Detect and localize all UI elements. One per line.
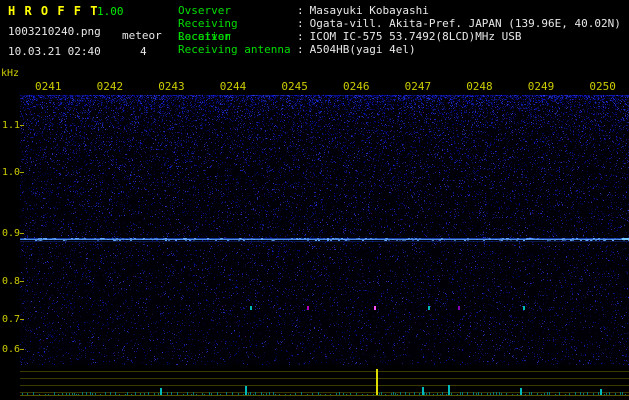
info-separator: :	[297, 30, 304, 43]
freq-tick-mark	[20, 172, 24, 173]
spectrogram-canvas	[20, 95, 629, 365]
time-tick-label: 0244	[220, 80, 247, 93]
freq-tick-label: 0.8	[2, 276, 20, 287]
freq-tick-label: 1.0	[2, 167, 20, 178]
info-label: Receiver	[178, 30, 297, 43]
info-separator: :	[297, 4, 304, 17]
info-label: Receiving antenna	[178, 43, 297, 56]
y-axis-unit-label: kHz	[1, 68, 19, 79]
app-version: 1.00	[97, 5, 124, 18]
info-row-antenna: Receiving antenna : A504HB(yagi 4el)	[178, 43, 416, 56]
time-tick-label: 0248	[466, 80, 493, 93]
info-value: Masayuki Kobayashi	[310, 4, 429, 17]
meteor-count: 4	[140, 45, 147, 58]
info-label: Ovserver	[178, 4, 297, 17]
time-tick-label: 0242	[97, 80, 124, 93]
observation-timestamp: 10.03.21 02:40	[8, 45, 101, 58]
freq-tick-label: 1.1	[2, 120, 20, 131]
hrofft-window: H R O F F T 1.00 1003210240.png meteor 1…	[0, 0, 629, 400]
freq-tick-mark	[20, 233, 24, 234]
freq-tick-mark	[20, 281, 24, 282]
mode-label: meteor	[122, 29, 162, 42]
time-tick-label: 0241	[35, 80, 62, 93]
time-tick-label: 0250	[589, 80, 616, 93]
freq-tick-label: 0.6	[2, 344, 20, 355]
freq-tick-label: 0.9	[2, 228, 20, 239]
time-tick-label: 0245	[281, 80, 308, 93]
output-filename: 1003210240.png	[8, 25, 101, 38]
time-tick-label: 0246	[343, 80, 370, 93]
signal-strength-strip-canvas	[20, 368, 629, 397]
time-tick-label: 0243	[158, 80, 185, 93]
info-row-receiver: Receiver : ICOM IC-575 53.7492(8LCD)MHz …	[178, 30, 522, 43]
info-row-observer: Ovserver : Masayuki Kobayashi	[178, 4, 429, 17]
freq-tick-mark	[20, 319, 24, 320]
info-separator: :	[297, 43, 304, 56]
freq-tick-mark	[20, 125, 24, 126]
freq-tick-label: 0.7	[2, 314, 20, 325]
info-value: A504HB(yagi 4el)	[310, 43, 416, 56]
freq-tick-mark	[20, 349, 24, 350]
info-value: ICOM IC-575 53.7492(8LCD)MHz USB	[310, 30, 522, 43]
time-tick-label: 0247	[405, 80, 432, 93]
app-title: H R O F F T	[8, 4, 98, 18]
time-tick-label: 0249	[528, 80, 555, 93]
